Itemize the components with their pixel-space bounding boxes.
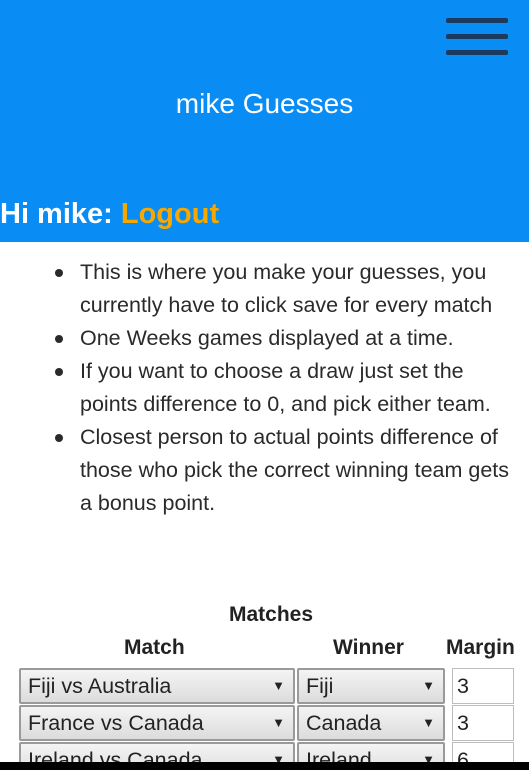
- logout-link[interactable]: Logout: [121, 198, 219, 230]
- winner-select[interactable]: Canada ▼: [297, 705, 445, 741]
- screen-bottom-edge: [0, 762, 529, 770]
- matches-caption: Matches: [228, 603, 314, 626]
- instruction-item: Closest person to actual points differen…: [53, 421, 515, 520]
- dropdown-arrow-icon: ▼: [272, 715, 285, 730]
- match-select[interactable]: Fiji vs Australia ▼: [19, 668, 295, 704]
- instruction-item: If you want to choose a draw just set th…: [53, 355, 515, 421]
- menu-bar-middle: [446, 34, 508, 39]
- column-header-margin: Margin: [446, 636, 515, 659]
- column-header-match: Match: [124, 636, 185, 659]
- instruction-item: One Weeks games displayed at a time.: [53, 322, 515, 355]
- greeting-text: Hi mike:: [0, 198, 121, 230]
- match-row: Fiji vs Australia ▼ Fiji ▼ 3: [0, 668, 529, 704]
- match-select[interactable]: France vs Canada ▼: [19, 705, 295, 741]
- hamburger-menu-icon[interactable]: [446, 16, 508, 58]
- dropdown-arrow-icon: ▼: [422, 678, 435, 693]
- menu-bar-top: [446, 18, 508, 23]
- menu-bar-bottom: [446, 50, 508, 55]
- page-title: mike Guesses: [175, 88, 354, 119]
- dropdown-arrow-icon: ▼: [272, 678, 285, 693]
- margin-input[interactable]: 3: [452, 668, 514, 704]
- margin-input[interactable]: 3: [452, 705, 514, 741]
- app-header: mike Guesses Hi mike: Logout: [0, 0, 529, 242]
- match-select-value: Fiji vs Australia: [28, 674, 172, 698]
- match-row: France vs Canada ▼ Canada ▼ 3: [0, 705, 529, 741]
- winner-select[interactable]: Fiji ▼: [297, 668, 445, 704]
- user-greeting: Hi mike: Logout: [0, 198, 219, 231]
- match-select-value: France vs Canada: [28, 711, 204, 735]
- instructions-list: This is where you make your guesses, you…: [53, 256, 515, 520]
- instruction-item: This is where you make your guesses, you…: [53, 256, 515, 322]
- winner-select-value: Fiji: [306, 674, 334, 698]
- winner-select-value: Canada: [306, 711, 382, 735]
- dropdown-arrow-icon: ▼: [422, 715, 435, 730]
- column-header-winner: Winner: [333, 636, 404, 659]
